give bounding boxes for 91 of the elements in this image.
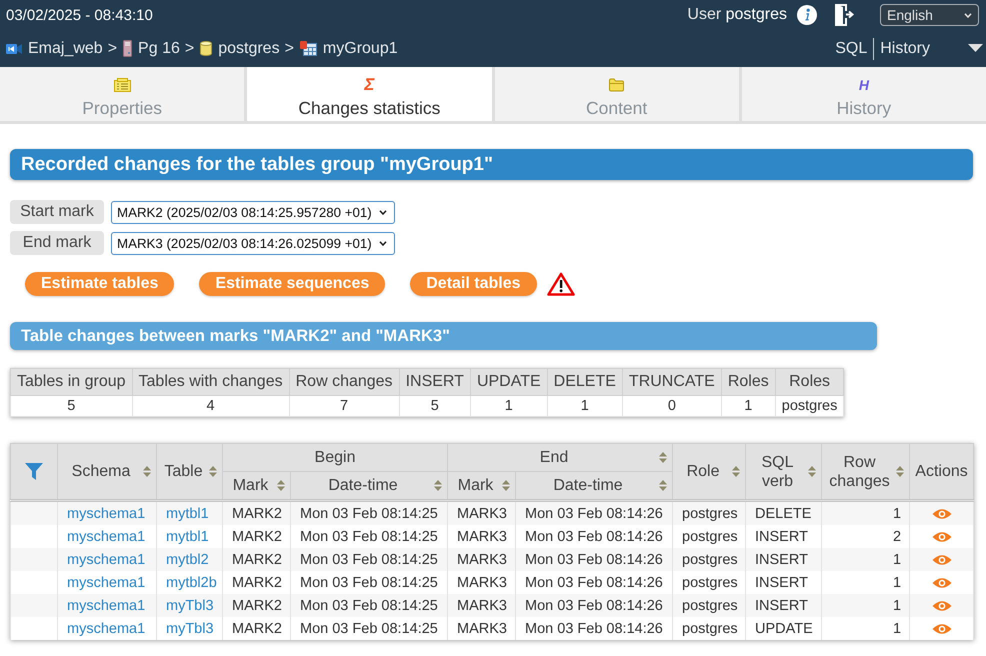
video-camera-icon — [6, 42, 22, 54]
sort-icon[interactable] — [732, 466, 740, 477]
table-cell: Mon 03 Feb 08:14:25 — [290, 617, 448, 640]
sort-icon[interactable] — [277, 480, 285, 491]
column-header: Actions — [915, 462, 968, 481]
breadcrumb-separator: > — [284, 40, 294, 58]
sort-icon[interactable] — [896, 466, 904, 477]
sort-icon[interactable] — [502, 480, 510, 491]
chevron-down-icon — [379, 210, 387, 214]
field-label: End mark — [10, 231, 104, 255]
date-time: 03/02/2025 - 08:43:10 — [6, 6, 153, 24]
sort-icon[interactable] — [209, 466, 217, 477]
table-cell: 0 — [622, 396, 722, 416]
schema-link[interactable]: myschema1 — [67, 552, 146, 568]
user-label: User postgres — [687, 6, 787, 24]
eye-icon[interactable] — [932, 530, 952, 542]
schema-link[interactable]: myschema1 — [67, 574, 146, 590]
column-header: TRUNCATE — [622, 368, 722, 396]
table-cell: postgres — [672, 617, 746, 640]
sort-icon[interactable] — [808, 466, 816, 477]
header-link[interactable]: SQL — [835, 40, 868, 58]
breadcrumb-separator: > — [184, 40, 194, 58]
table-link[interactable]: mytbl2b — [166, 574, 217, 590]
sigma-icon: Σ — [364, 77, 374, 93]
column-header: Roles — [775, 368, 844, 396]
info-icon[interactable] — [797, 5, 817, 25]
sort-icon[interactable] — [143, 466, 151, 477]
caret-down-icon[interactable] — [968, 44, 983, 53]
breadcrumb-separator: > — [108, 40, 118, 58]
table-cell: MARK2 — [222, 617, 290, 640]
sort-icon[interactable] — [659, 480, 668, 491]
table-cell: 5 — [10, 396, 132, 416]
column-header: Tables with changes — [132, 368, 290, 396]
eye-icon[interactable] — [932, 554, 952, 566]
section-title: Table changes between marks "MARK2" and "MARK3" — [10, 322, 877, 350]
column-header: Row changes — [289, 368, 400, 396]
schema-link[interactable]: myschema1 — [67, 598, 146, 614]
table-cell: 5 — [399, 396, 470, 416]
h-letter-icon: H — [858, 77, 869, 93]
table-cell: 7 — [289, 396, 400, 416]
column-header: Begin — [314, 448, 356, 467]
eye-icon[interactable] — [932, 508, 952, 520]
table-cell: 1 — [547, 396, 622, 416]
server-icon — [123, 40, 132, 57]
column-header: Roles — [721, 368, 776, 396]
table-cell: UPDATE — [746, 617, 822, 640]
table-icon — [300, 41, 317, 56]
schema-link[interactable]: myschema1 — [67, 528, 146, 544]
logout-icon[interactable] — [834, 3, 855, 27]
table-link[interactable]: myTbl3 — [166, 598, 214, 614]
table-cell: 1 — [470, 396, 548, 416]
eye-icon[interactable] — [932, 622, 952, 634]
filter-icon[interactable] — [25, 463, 43, 480]
column-header: DELETE — [547, 368, 622, 396]
column-header: UPDATE — [470, 368, 548, 396]
table-link[interactable]: myTbl3 — [166, 620, 214, 636]
language-select[interactable]: English — [880, 4, 979, 26]
field-label: Start mark — [10, 200, 104, 224]
sort-icon[interactable] — [659, 452, 668, 463]
table-cell: 1 — [822, 617, 910, 640]
breadcrumb-link[interactable]: postgres — [200, 40, 280, 58]
mark-select[interactable]: MARK3 (2025/02/03 08:14:26.025099 +01) — [111, 232, 395, 254]
table-cell: postgres — [775, 396, 844, 416]
breadcrumb-link[interactable]: Emaj_web — [6, 40, 103, 58]
table-link[interactable]: mytbl1 — [166, 528, 209, 544]
table-cell: 4 — [132, 396, 290, 416]
database-icon — [200, 41, 212, 56]
folder-icon — [609, 77, 624, 93]
table-cell: 1 — [721, 396, 776, 416]
breadcrumb-link[interactable]: Pg 16 — [123, 40, 180, 58]
schema-link[interactable]: myschema1 — [67, 620, 146, 636]
tab[interactable]: Σ Changes statistics — [247, 67, 494, 121]
table-cell: Mon 03 Feb 08:14:26 — [516, 617, 673, 640]
chevron-down-icon — [379, 240, 387, 246]
mark-select[interactable]: MARK2 (2025/02/03 08:14:25.957280 +01) — [111, 200, 395, 224]
table-link[interactable]: mytbl1 — [166, 506, 209, 522]
tab[interactable]: H History — [742, 67, 986, 121]
schema-link[interactable]: myschema1 — [67, 506, 146, 522]
page-title: Recorded changes for the tables group "myGroup1" — [10, 149, 973, 180]
header-link[interactable]: History — [880, 40, 930, 58]
eye-icon[interactable] — [932, 600, 952, 612]
column-header: INSERT — [399, 368, 470, 396]
warning-icon — [546, 272, 575, 296]
table-cell: MARK3 — [448, 617, 516, 640]
column-header: Tables in group — [10, 368, 132, 396]
sort-icon[interactable] — [434, 480, 442, 491]
chevron-down-icon — [964, 12, 972, 18]
list-card-icon — [114, 77, 131, 93]
table-link[interactable]: mytbl2 — [166, 552, 209, 568]
breadcrumb-link[interactable]: myGroup1 — [300, 40, 398, 58]
eye-icon[interactable] — [932, 576, 952, 588]
